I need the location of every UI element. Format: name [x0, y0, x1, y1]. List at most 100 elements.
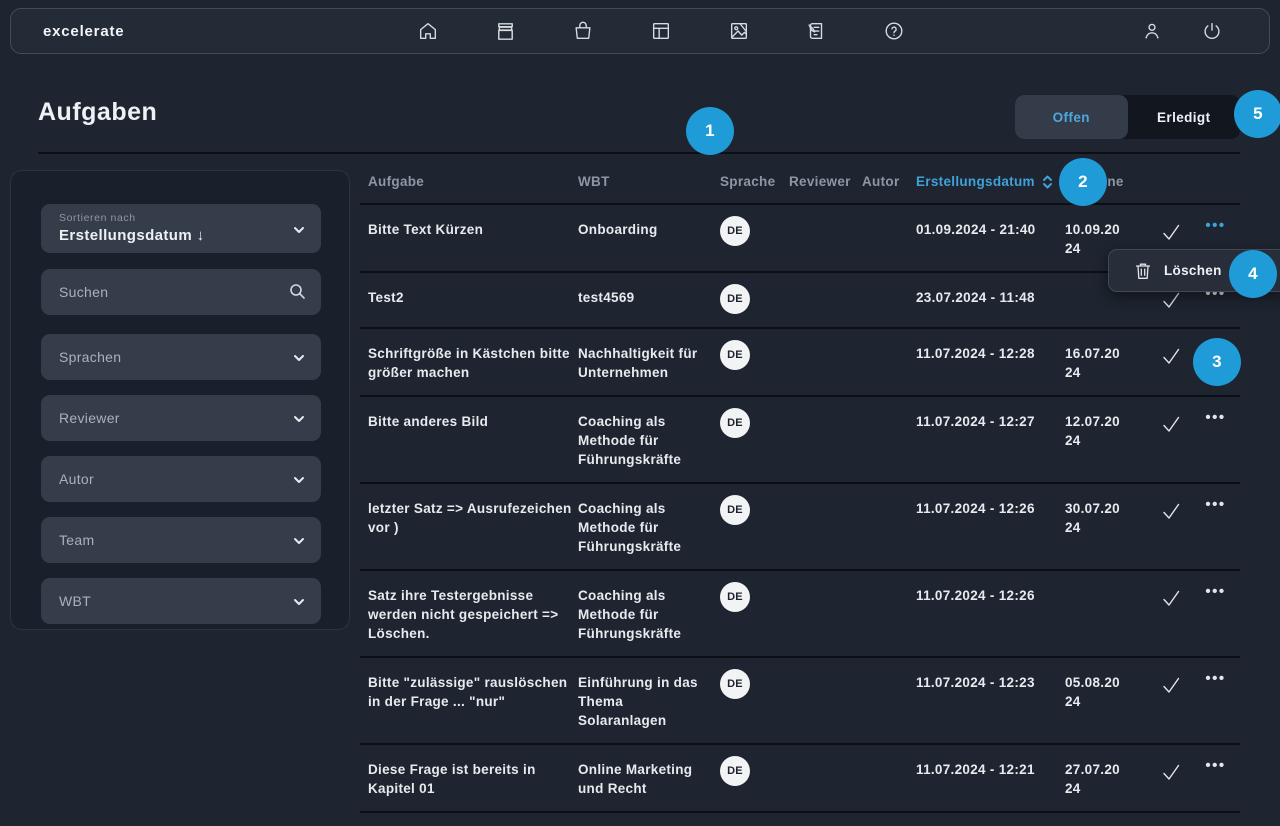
image-icon[interactable]: [726, 18, 752, 44]
language-badge: DE: [720, 284, 750, 314]
language-badge: DE: [720, 340, 750, 370]
chevron-down-icon: [293, 415, 305, 423]
cell-wbt: Einführung in das Thema Solaranlagen: [578, 673, 700, 730]
filter-label: WBT: [59, 593, 91, 609]
table-row[interactable]: letzter Satz => Ausrufezeichen vor ) Coa…: [360, 484, 1240, 571]
chevron-down-icon: [293, 354, 305, 362]
sort-label: Sortieren nach: [59, 212, 321, 224]
cell-task: Test2: [360, 288, 578, 314]
cell-task: Diese Frage ist bereits in Kapitel 01: [360, 760, 578, 798]
cell-created: 11.07.2024 - 12:27: [916, 412, 1065, 469]
table-row[interactable]: Bitte anderes Bild Coaching als Methode …: [360, 397, 1240, 484]
cell-reviewer: [789, 220, 862, 258]
cell-reviewer: [789, 344, 862, 382]
row-menu-button[interactable]: •••: [1205, 760, 1225, 798]
header-aufgabe: Aufgabe: [360, 174, 578, 189]
archive-icon[interactable]: [493, 18, 519, 44]
language-badge: DE: [720, 495, 750, 525]
navbar-icon-strip: [415, 9, 907, 53]
cell-autor: [862, 499, 916, 556]
tab-erledigt[interactable]: Erledigt: [1128, 95, 1241, 139]
complete-check-button[interactable]: [1160, 761, 1182, 783]
cell-autor: [862, 673, 916, 730]
complete-check-button[interactable]: [1160, 500, 1182, 522]
cell-wbt: Onboarding: [578, 220, 700, 258]
cell-deadline: 16.07.2024: [1065, 344, 1123, 382]
cell-created: 23.07.2024 - 11:48: [916, 288, 1065, 314]
sort-value: Erstellungsdatum ↓: [59, 227, 321, 244]
cell-reviewer: [789, 673, 862, 730]
filter-label: Team: [59, 532, 94, 548]
task-table-header: Aufgabe WBT Sprache Reviewer Autor Erste…: [360, 160, 1240, 205]
filter-wbt[interactable]: WBT: [41, 578, 321, 624]
delete-menu-item[interactable]: Löschen: [1164, 263, 1222, 278]
layout-icon[interactable]: [648, 18, 674, 44]
filter-sidebar: Sortieren nach Erstellungsdatum ↓ Suchen…: [10, 170, 350, 630]
cell-deadline: 05.08.2024: [1065, 673, 1123, 730]
cell-created: 11.07.2024 - 12:26: [916, 499, 1065, 556]
filter-team[interactable]: Team: [41, 517, 321, 563]
cell-deadline: [1065, 288, 1123, 314]
filter-label: Reviewer: [59, 410, 120, 426]
table-row[interactable]: Schriftgröße in Kästchen bitte größer ma…: [360, 329, 1240, 397]
complete-check-button[interactable]: [1160, 289, 1182, 311]
status-toggle: Offen Erledigt: [1015, 95, 1240, 139]
sort-dropdown[interactable]: Sortieren nach Erstellungsdatum ↓: [41, 204, 321, 253]
cell-reviewer: [789, 760, 862, 798]
cell-reviewer: [789, 499, 862, 556]
power-icon[interactable]: [1199, 18, 1225, 44]
cell-reviewer: [789, 288, 862, 314]
cell-task: Schriftgröße in Kästchen bitte größer ma…: [360, 344, 578, 382]
annotation-circle-3: 3: [1193, 338, 1241, 386]
row-menu-button[interactable]: •••: [1205, 412, 1225, 469]
language-badge: DE: [720, 216, 750, 246]
task-table-body: Bitte Text Kürzen Onboarding DE 01.09.20…: [360, 205, 1240, 813]
sort-arrows-icon: [1042, 174, 1053, 190]
row-menu-button[interactable]: •••: [1205, 499, 1225, 556]
table-row[interactable]: Diese Frage ist bereits in Kapitel 01 On…: [360, 745, 1240, 813]
search-input[interactable]: Suchen: [41, 269, 321, 315]
cell-autor: [862, 288, 916, 314]
cell-autor: [862, 586, 916, 643]
user-icon[interactable]: [1139, 18, 1165, 44]
notes-icon[interactable]: [803, 18, 829, 44]
search-placeholder: Suchen: [59, 284, 108, 300]
navbar-right-strip: [1139, 9, 1225, 53]
annotation-circle-2: 2: [1059, 158, 1107, 206]
cell-autor: [862, 412, 916, 469]
table-row[interactable]: Satz ihre Testergebnisse werden nicht ge…: [360, 571, 1240, 658]
complete-check-button[interactable]: [1160, 345, 1182, 367]
cell-task: Bitte anderes Bild: [360, 412, 578, 469]
cell-deadline: 12.07.2024: [1065, 412, 1123, 469]
home-icon[interactable]: [415, 18, 441, 44]
annotation-circle-1: 1: [686, 107, 734, 155]
cell-task: Bitte "zulässige" rauslöschen in der Fra…: [360, 673, 578, 730]
cell-task: letzter Satz => Ausrufezeichen vor ): [360, 499, 578, 556]
header-reviewer: Reviewer: [789, 174, 862, 189]
cell-wbt: test4569: [578, 288, 700, 314]
bag-icon[interactable]: [570, 18, 596, 44]
filter-autor[interactable]: Autor: [41, 456, 321, 502]
header-wbt: WBT: [578, 174, 720, 189]
annotation-circle-5: 5: [1234, 90, 1280, 138]
help-icon[interactable]: [881, 18, 907, 44]
cell-reviewer: [789, 586, 862, 643]
cell-created: 11.07.2024 - 12:28: [916, 344, 1065, 382]
cell-task: Satz ihre Testergebnisse werden nicht ge…: [360, 586, 578, 643]
header-erstellungsdatum-sort[interactable]: Erstellungsdatum: [916, 174, 1065, 190]
complete-check-button[interactable]: [1160, 674, 1182, 696]
table-row[interactable]: Bitte "zulässige" rauslöschen in der Fra…: [360, 658, 1240, 745]
search-icon: [288, 282, 306, 300]
filter-label: Autor: [59, 471, 94, 487]
filter-reviewer[interactable]: Reviewer: [41, 395, 321, 441]
app-logo: excelerate: [43, 23, 124, 40]
filter-sprachen[interactable]: Sprachen: [41, 334, 321, 380]
complete-check-button[interactable]: [1160, 587, 1182, 609]
filter-label: Sprachen: [59, 349, 121, 365]
row-menu-button[interactable]: •••: [1205, 673, 1225, 730]
row-menu-button[interactable]: •••: [1205, 586, 1225, 643]
header-sprache: Sprache: [720, 174, 789, 189]
complete-check-button[interactable]: [1160, 413, 1182, 435]
complete-check-button[interactable]: [1160, 221, 1182, 243]
tab-offen[interactable]: Offen: [1015, 95, 1128, 139]
